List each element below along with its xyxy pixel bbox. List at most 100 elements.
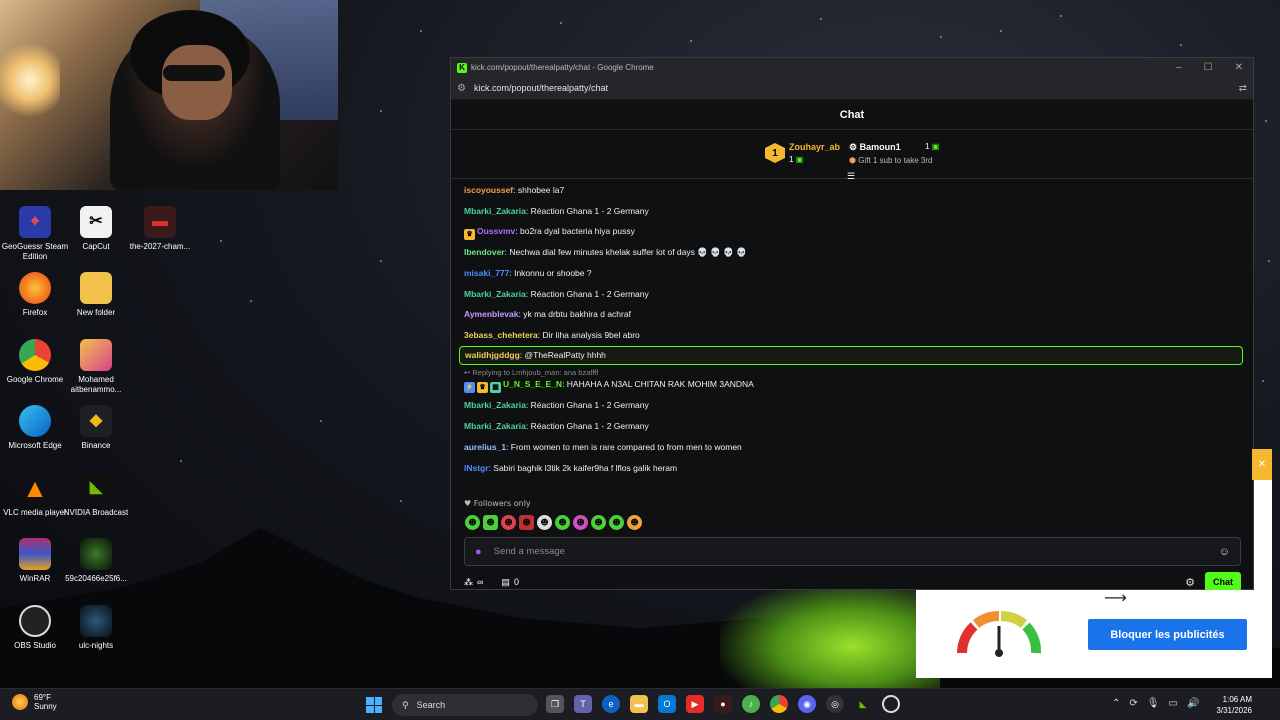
chat-username[interactable]: 3ebass_chehetera (464, 330, 538, 340)
chat-username[interactable]: walidhjgddgg (465, 350, 520, 360)
weather-widget[interactable]: 69°F Sunny (12, 693, 57, 711)
chat-message-mention[interactable]: walidhjgddgg: @TheRealPatty hhhh (459, 346, 1243, 365)
chat-message[interactable]: lNstgr: Sabiri baghik l3tik 2k kaifer9ha… (464, 463, 677, 473)
desktop-icon-obs[interactable]: OBS Studio (0, 605, 70, 651)
emote-icon[interactable]: ☻ (591, 515, 606, 530)
gift-counter[interactable]: ▤ 0 (501, 577, 519, 588)
desktop-icon-chrome[interactable]: Google Chrome (0, 339, 70, 385)
task-view-icon[interactable]: ❐ (546, 695, 564, 713)
emote-icon[interactable]: ☻ (609, 515, 624, 530)
emote-icon[interactable]: ☻ (519, 515, 534, 530)
desktop-icon-capcut[interactable]: ✂ CapCut (61, 206, 131, 252)
chat-username[interactable]: Aymenblevak (464, 309, 519, 319)
app-icon[interactable]: ◎ (826, 695, 844, 713)
windows-start-icon[interactable] (366, 697, 382, 713)
chat-text: : Réaction Ghana 1 - 2 Germany (525, 400, 649, 410)
chrome-taskbar-icon[interactable] (770, 695, 788, 713)
chat-username[interactable]: lbendover (464, 247, 505, 257)
chat-username[interactable]: misaki_777 (464, 268, 509, 278)
app-icon[interactable]: ● (714, 695, 732, 713)
reply-context[interactable]: ↩ Replying to Lmhjoub_man: ana bzaffff (464, 368, 598, 377)
discord-icon[interactable]: ◉ (798, 695, 816, 713)
smile-icon[interactable]: ☺ (1219, 546, 1230, 558)
chat-username[interactable]: lNstgr (464, 463, 489, 473)
chat-username[interactable]: iscoyoussef (464, 185, 513, 195)
desktop-icon-firefox[interactable]: Firefox (0, 272, 70, 318)
site-settings-icon[interactable]: ⚙ (457, 83, 466, 94)
edge-taskbar-icon[interactable]: e (602, 695, 620, 713)
file-explorer-icon[interactable]: ▬ (630, 695, 648, 713)
chat-message[interactable]: aurelius_1: From women to men is rare co… (464, 442, 742, 452)
outlook-icon[interactable]: O (658, 695, 676, 713)
chat-message[interactable]: 3ebass_chehetera: Dir liha analysis 9bel… (464, 330, 640, 340)
viewers-counter[interactable]: ⁂ ∞ (464, 577, 483, 588)
chat-message[interactable]: misaki_777: Inkonnu or shoobe ? (464, 268, 592, 278)
chat-message[interactable]: Mbarki_Zakaria: Réaction Ghana 1 - 2 Ger… (464, 421, 649, 431)
chat-username[interactable]: Mbarki_Zakaria (464, 289, 526, 299)
block-ads-button[interactable]: Bloquer les publicités (1088, 619, 1247, 650)
desktop-icon-binance[interactable]: ◆ Binance (61, 405, 131, 451)
chat-username[interactable]: aurelius_1 (464, 442, 506, 452)
clock[interactable]: 1:06 AM 3/31/2026 (1210, 694, 1252, 716)
chat-username[interactable]: Mbarki_Zakaria (464, 206, 526, 216)
window-titlebar[interactable]: K kick.com/popout/therealpatty/chat - Go… (451, 58, 1253, 77)
chat-username[interactable]: Mbarki_Zakaria (464, 421, 526, 431)
desktop-icon-label: CapCut (82, 242, 110, 251)
chat-message[interactable]: ♛ Oussvmv: bo2ra dyal bacteria hiya pussy (464, 226, 635, 240)
chevron-up-icon[interactable]: ⌃ (1112, 698, 1120, 709)
desktop-icon-file[interactable]: ▬ the-2027-cham... (125, 206, 195, 252)
chat-username[interactable]: Oussvmv (477, 226, 515, 236)
network-icon[interactable]: ▭ (1168, 698, 1177, 709)
desktop-icon-edge[interactable]: Microsoft Edge (0, 405, 70, 451)
chat-message[interactable]: Mbarki_Zakaria: Réaction Ghana 1 - 2 Ger… (464, 400, 649, 410)
nvidia-taskbar-icon[interactable]: ◣ (854, 695, 872, 713)
maximize-button[interactable]: ☐ (1204, 62, 1213, 73)
chat-username[interactable]: U_N_S_E_E_N (503, 379, 562, 389)
capcut-icon: ✂ (80, 206, 112, 238)
chrome-popup-window: K kick.com/popout/therealpatty/chat - Go… (450, 57, 1254, 592)
gear-icon[interactable]: ⚙ (1185, 576, 1195, 589)
leader-first-name[interactable]: Zouhayr_ab (789, 142, 840, 152)
translate-icon[interactable]: ⇄ (1239, 83, 1247, 94)
send-chat-button[interactable]: Chat (1205, 572, 1241, 592)
chat-message[interactable]: lbendover: Nechwa dial few minutes khela… (464, 247, 747, 258)
followers-only-notice: ♥ Followers only (464, 499, 531, 508)
emote-icon[interactable]: ☻ (537, 515, 552, 530)
desktop-icon-label: ulc-nights (78, 641, 114, 650)
desktop-icon-ulc-nights[interactable]: ulc-nights (61, 605, 131, 651)
microphone-icon[interactable]: 🎙 (1147, 698, 1160, 709)
chat-message[interactable]: ⚡ ♛ ▦ U_N_S_E_E_N: HAHAHA A N3AL CHITAN RAK… (464, 379, 754, 393)
chat-message-input[interactable]: ● Send a message ☺ (464, 537, 1241, 566)
emote-icon[interactable]: ☻ (465, 515, 480, 530)
sync-icon[interactable]: ⟳ (1129, 698, 1137, 709)
desktop-icon-new-folder[interactable]: New folder (61, 272, 131, 318)
desktop-icon-image-file[interactable]: 59c20466e25f6... (61, 538, 131, 584)
teams-icon[interactable]: T (574, 695, 592, 713)
close-window-button[interactable]: ✕ (1235, 62, 1243, 73)
youtube-icon[interactable]: ▶ (686, 695, 704, 713)
emote-icon[interactable]: ☻ (555, 515, 570, 530)
chat-message[interactable]: Aymenblevak: yk ma drbtu bakhira d achra… (464, 309, 631, 319)
taskbar-search[interactable]: ⚲ Search (392, 694, 538, 716)
volume-icon[interactable]: 🔊 (1187, 698, 1199, 709)
desktop-icon-vlc[interactable]: ▲ VLC media player (0, 472, 70, 518)
chat-username[interactable]: Mbarki_Zakaria (464, 400, 526, 410)
leader-second-name[interactable]: ⚙ Bamoun1 (849, 142, 901, 153)
emote-icon[interactable]: ☻ (501, 515, 516, 530)
desktop-icon-geoguessr[interactable]: ⌖ GeoGuessr Steam Edition (0, 206, 70, 262)
chat-message[interactable]: iscoyoussef: shhobee la7 (464, 185, 564, 195)
ad-close-button[interactable]: ✕ (1252, 449, 1272, 480)
emote-icon[interactable]: ☻ (627, 515, 642, 530)
minimize-button[interactable]: – (1176, 62, 1182, 73)
emote-picker-icon[interactable]: ● (475, 546, 482, 558)
chat-message[interactable]: Mbarki_Zakaria: Réaction Ghana 1 - 2 Ger… (464, 206, 649, 216)
desktop-icon-nvidia[interactable]: ◣ NVIDIA Broadcast (61, 472, 131, 518)
desktop-icon-mohamed-folder[interactable]: Mohamed aitbenammo... (61, 339, 131, 395)
app-icon[interactable]: ♪ (742, 695, 760, 713)
emote-icon[interactable]: ☻ (483, 515, 498, 530)
chat-message[interactable]: Mbarki_Zakaria: Réaction Ghana 1 - 2 Ger… (464, 289, 649, 299)
address-bar[interactable]: ⚙ kick.com/popout/therealpatty/chat ⇄ (451, 77, 1253, 100)
desktop-icon-winrar[interactable]: WinRAR (0, 538, 70, 584)
obs-taskbar-icon[interactable] (882, 695, 900, 713)
emote-icon[interactable]: ☻ (573, 515, 588, 530)
